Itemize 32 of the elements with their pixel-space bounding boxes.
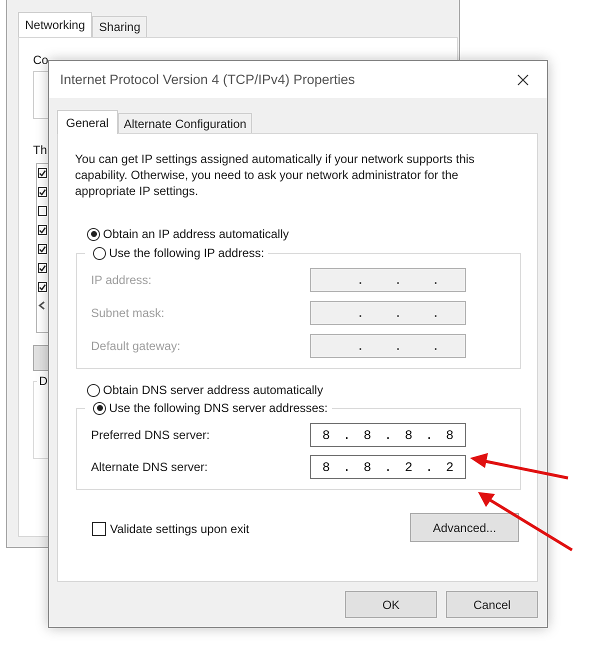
description: You can get IP settings assigned automatically if your network supports this capability. Otherwise, you need to ask your network administrator for the appropriate IP settings.	[75, 151, 476, 199]
field-label: Preferred DNS server:	[91, 428, 210, 442]
cancel-button[interactable]: Cancel	[446, 591, 538, 618]
field-label: Default gateway:	[91, 339, 180, 353]
field-label: IP address:	[91, 273, 152, 287]
ip-address-field[interactable]: 8 . 8 . 8 . 8	[310, 423, 466, 447]
radio-option[interactable]: Obtain an IP address automatically	[87, 227, 521, 241]
tab[interactable]: General	[57, 110, 118, 134]
label: Co	[33, 53, 50, 67]
checkbox[interactable]	[38, 244, 47, 254]
advanced-button[interactable]: Advanced...	[410, 513, 519, 542]
checkbox[interactable]	[38, 282, 47, 292]
radio-option[interactable]: Use the following DNS server addresses:	[93, 401, 328, 415]
radio-option[interactable]: Use the following IP address:	[93, 246, 264, 260]
field-label: Alternate DNS server:	[91, 460, 208, 474]
scroll-left-icon[interactable]	[38, 301, 45, 310]
ip-address-field[interactable]: 8 . 8 . 2 . 2	[310, 455, 466, 479]
checkbox[interactable]	[38, 168, 47, 178]
ok-button[interactable]: OK	[345, 591, 437, 618]
label: Th	[33, 143, 48, 157]
checkbox[interactable]	[38, 187, 47, 197]
validate-checkbox[interactable]: Validate settings upon exit	[92, 522, 250, 536]
checkbox[interactable]	[38, 225, 47, 235]
close-icon[interactable]	[517, 74, 529, 86]
checkbox[interactable]	[38, 206, 47, 216]
window-title: Internet Protocol Version 4 (TCP/IPv4) Properties	[60, 72, 355, 87]
field-label: Subnet mask:	[91, 306, 164, 320]
tab[interactable]: Alternate Configuration	[118, 113, 252, 133]
checkbox[interactable]	[38, 263, 47, 273]
tab[interactable]: Networking	[18, 12, 92, 37]
radio-option[interactable]: Obtain DNS server address automatically	[87, 383, 521, 397]
tab[interactable]: Sharing	[92, 16, 148, 37]
